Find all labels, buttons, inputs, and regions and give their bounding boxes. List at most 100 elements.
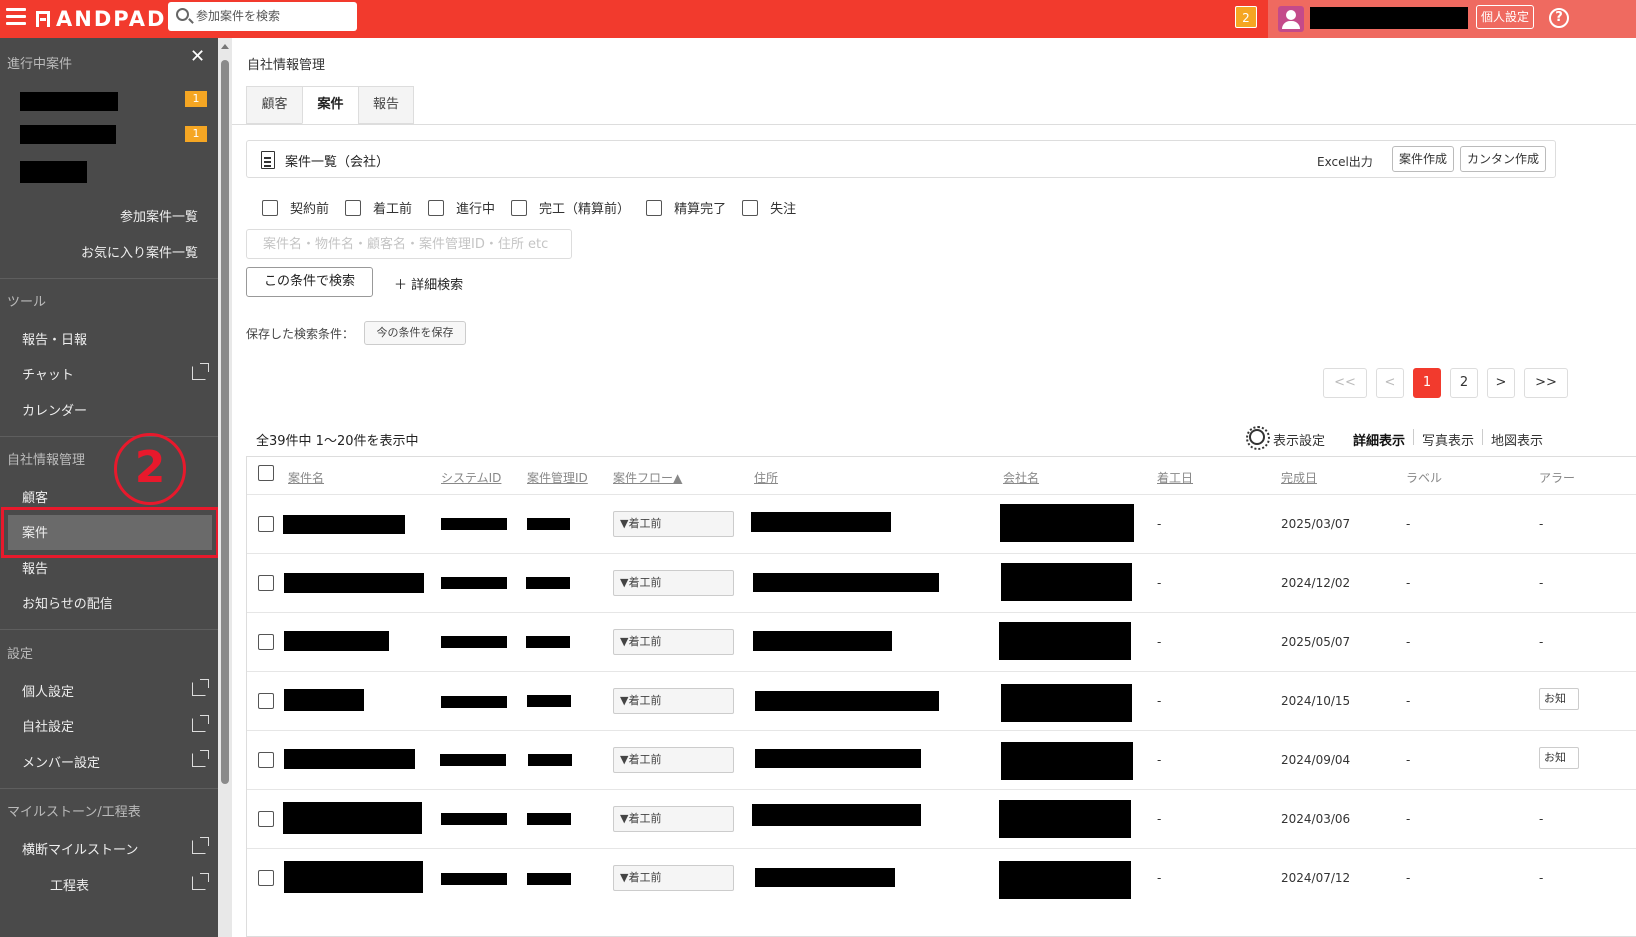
sidebar-item-personal-settings[interactable]: 個人設定 [22, 681, 74, 700]
easy-create-button[interactable]: カンタン作成 [1460, 146, 1546, 172]
row-checkbox[interactable] [258, 575, 274, 591]
table-row[interactable]: ▼着工前 - 2024/07/12 - - [247, 848, 1636, 907]
column-project-flow[interactable]: 案件フロー▲ [613, 469, 682, 486]
search-button[interactable]: この条件で検索 [246, 267, 373, 297]
page-last[interactable]: >> [1524, 368, 1568, 398]
display-settings-link[interactable]: 表示設定 [1273, 430, 1325, 449]
scroll-up-icon[interactable] [221, 44, 229, 49]
ongoing-project-3[interactable] [20, 161, 87, 183]
ongoing-project-2[interactable] [20, 125, 116, 144]
column-complete-date[interactable]: 完成日 [1281, 469, 1317, 486]
sidebar-item-participating[interactable]: 参加案件一覧 [120, 206, 198, 225]
save-conditions-button[interactable]: 今の条件を保存 [364, 321, 466, 345]
tab-customers[interactable]: 顧客 [246, 86, 302, 124]
excel-export-link[interactable]: Excel出力 [1317, 153, 1373, 170]
flow-dropdown[interactable]: ▼着工前 [613, 570, 734, 596]
flow-dropdown[interactable]: ▼着工前 [613, 688, 734, 714]
project-name-redacted[interactable] [284, 689, 364, 711]
project-search-input[interactable] [196, 6, 351, 26]
hamburger-menu-icon[interactable] [6, 8, 26, 28]
flow-dropdown[interactable]: ▼着工前 [613, 511, 734, 537]
detail-search-link[interactable]: ＋ 詳細検索 [394, 274, 463, 293]
close-icon[interactable]: ✕ [190, 46, 205, 67]
page-prev[interactable]: < [1376, 368, 1404, 398]
select-all-checkbox[interactable] [258, 465, 274, 481]
filter-lost[interactable]: 失注 [742, 198, 796, 217]
column-system-id[interactable]: システムID [441, 469, 501, 486]
table-row[interactable]: ▼着工前 - 2024/12/02 - - [247, 553, 1636, 612]
project-name-redacted[interactable] [284, 631, 389, 651]
sidebar-item-schedule[interactable]: 工程表 [50, 875, 89, 894]
column-company[interactable]: 会社名 [1003, 469, 1039, 486]
filter-before-construction[interactable]: 着工前 [345, 198, 412, 217]
row-checkbox[interactable] [258, 693, 274, 709]
table-row[interactable]: ▼着工前 - 2025/05/07 - - [247, 612, 1636, 671]
checkbox[interactable] [742, 199, 759, 216]
avatar[interactable] [1278, 6, 1304, 32]
checkbox[interactable] [345, 199, 362, 216]
sidebar-item-company-settings[interactable]: 自社設定 [22, 716, 74, 735]
view-detail[interactable]: 詳細表示 [1353, 430, 1405, 449]
sidebar-item-notice-delivery[interactable]: お知らせの配信 [22, 593, 113, 612]
column-start-date[interactable]: 着工日 [1157, 469, 1193, 486]
row-checkbox[interactable] [258, 870, 274, 886]
scrollbar-thumb[interactable] [221, 60, 229, 784]
sidebar-item-chat[interactable]: チャット [22, 364, 74, 383]
tab-projects[interactable]: 案件 [302, 86, 358, 124]
checkbox[interactable] [646, 199, 663, 216]
table-row[interactable]: ▼着工前 - 2024/03/06 - - [247, 789, 1636, 848]
keyword-search-input[interactable] [246, 229, 572, 259]
sidebar-item-reports[interactable]: 報告 [22, 558, 48, 577]
view-map[interactable]: 地図表示 [1491, 430, 1543, 449]
help-icon[interactable]: ? [1549, 8, 1569, 28]
checkbox[interactable] [262, 199, 278, 216]
sidebar-item-report-daily[interactable]: 報告・日報 [22, 329, 87, 348]
project-name-redacted[interactable] [283, 515, 405, 534]
sidebar-item-customers[interactable]: 顧客 [22, 487, 48, 506]
notification-badge[interactable]: 2 [1235, 6, 1257, 28]
notice-button[interactable]: お知 [1539, 747, 1579, 769]
page-1[interactable]: 1 [1413, 368, 1441, 398]
column-project-name[interactable]: 案件名 [288, 469, 324, 486]
flow-dropdown[interactable]: ▼着工前 [613, 747, 734, 773]
tab-reports[interactable]: 報告 [358, 86, 414, 124]
sidebar-item-favorites[interactable]: お気に入り案件一覧 [81, 242, 198, 261]
create-project-button[interactable]: 案件作成 [1392, 146, 1454, 172]
row-checkbox[interactable] [258, 516, 274, 532]
filter-before-contract[interactable]: 契約前 [262, 198, 329, 217]
row-checkbox[interactable] [258, 811, 274, 827]
project-name-redacted[interactable] [284, 749, 415, 769]
view-photo[interactable]: 写真表示 [1422, 430, 1474, 449]
column-management-id[interactable]: 案件管理ID [527, 469, 588, 486]
table-row[interactable]: ▼着工前 - 2024/10/15 - お知 [247, 671, 1636, 730]
page-first[interactable]: << [1323, 368, 1367, 398]
project-name-redacted[interactable] [284, 861, 423, 893]
page-next[interactable]: > [1487, 368, 1515, 398]
table-row[interactable]: ▼着工前 - 2025/03/07 - - [247, 494, 1636, 553]
checkbox[interactable] [428, 199, 445, 216]
ongoing-project-1[interactable] [20, 92, 118, 111]
sidebar-item-member-settings[interactable]: メンバー設定 [22, 752, 100, 771]
logo[interactable]: ANDPAD [36, 6, 166, 32]
flow-dropdown[interactable]: ▼着工前 [613, 806, 734, 832]
gear-icon[interactable] [1246, 426, 1270, 450]
filter-in-progress[interactable]: 進行中 [428, 198, 495, 217]
personal-settings-button[interactable]: 個人設定 [1476, 5, 1534, 29]
table-row[interactable]: ▼着工前 - 2024/09/04 - お知 [247, 730, 1636, 789]
row-checkbox[interactable] [258, 634, 274, 650]
sidebar-item-calendar[interactable]: カレンダー [22, 400, 87, 419]
column-address[interactable]: 住所 [754, 469, 778, 486]
sidebar-item-cross-milestone[interactable]: 横断マイルストーン [22, 839, 138, 858]
page-2[interactable]: 2 [1450, 368, 1478, 398]
project-name-redacted[interactable] [284, 573, 424, 593]
filter-settled[interactable]: 精算完了 [646, 198, 726, 217]
start-date: - [1157, 753, 1162, 767]
logo-mark-icon [36, 11, 50, 27]
filter-completed[interactable]: 完工（精算前） [511, 198, 630, 217]
checkbox[interactable] [511, 199, 528, 216]
flow-dropdown[interactable]: ▼着工前 [613, 629, 734, 655]
flow-dropdown[interactable]: ▼着工前 [613, 865, 734, 891]
notice-button[interactable]: お知 [1539, 688, 1579, 710]
project-name-redacted[interactable] [283, 802, 422, 834]
row-checkbox[interactable] [258, 752, 274, 768]
